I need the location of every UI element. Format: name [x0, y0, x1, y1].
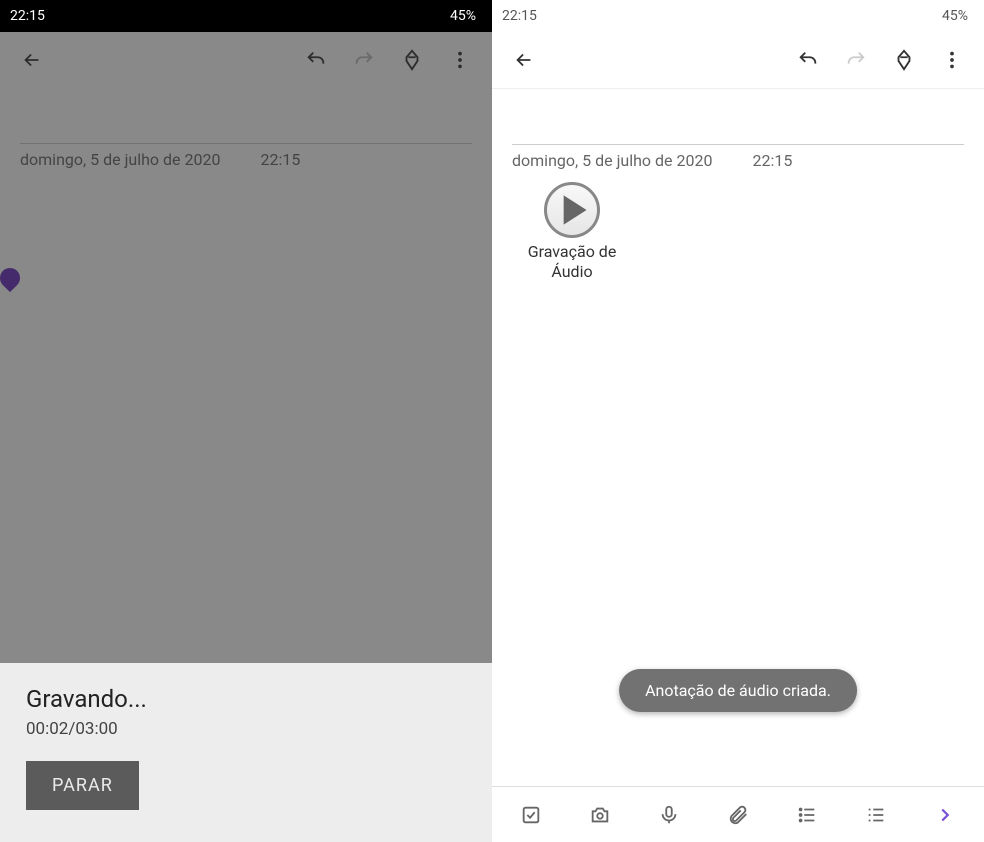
audio-label-line2: Áudio: [551, 262, 592, 281]
status-time: 22:15: [502, 8, 537, 24]
redo-button[interactable]: [834, 38, 878, 82]
checkbox-button[interactable]: [496, 787, 565, 842]
list-button[interactable]: [773, 787, 842, 842]
note-meta: domingo, 5 de julho de 2020 22:15: [512, 151, 964, 170]
recording-time: 00:02/03:00: [26, 719, 466, 739]
numbered-list-button[interactable]: [842, 787, 911, 842]
expand-button[interactable]: [911, 787, 980, 842]
note-time: 22:15: [752, 151, 792, 170]
status-bar: 22:15 45%: [492, 0, 984, 32]
stop-button[interactable]: PARAR: [26, 761, 139, 810]
pen-button[interactable]: [882, 38, 926, 82]
attach-button[interactable]: [703, 787, 772, 842]
audio-label-line1: Gravação de: [528, 242, 617, 261]
camera-button[interactable]: [565, 787, 634, 842]
app-bar: [492, 32, 984, 88]
toast-message: Anotação de áudio criada.: [645, 681, 831, 700]
note-date: domingo, 5 de julho de 2020: [512, 151, 712, 170]
status-time: 22:15: [10, 8, 45, 24]
toast: Anotação de áudio criada.: [619, 669, 857, 712]
play-icon[interactable]: [544, 182, 600, 238]
recording-status: Gravando...: [26, 685, 466, 713]
more-button[interactable]: [930, 38, 974, 82]
title-input[interactable]: [512, 105, 964, 145]
audio-attachment[interactable]: Gravação de Áudio: [512, 182, 632, 282]
bottom-toolbar: [492, 786, 984, 842]
recording-sheet: Gravando... 00:02/03:00 PARAR: [0, 663, 492, 842]
undo-button[interactable]: [786, 38, 830, 82]
mic-button[interactable]: [634, 787, 703, 842]
battery-text: 45%: [450, 8, 476, 24]
note-content[interactable]: domingo, 5 de julho de 2020 22:15 Gravaç…: [492, 89, 984, 786]
status-bar: 22:15 45%: [0, 0, 492, 32]
back-button[interactable]: [502, 38, 546, 82]
battery-text: 45%: [942, 8, 968, 24]
